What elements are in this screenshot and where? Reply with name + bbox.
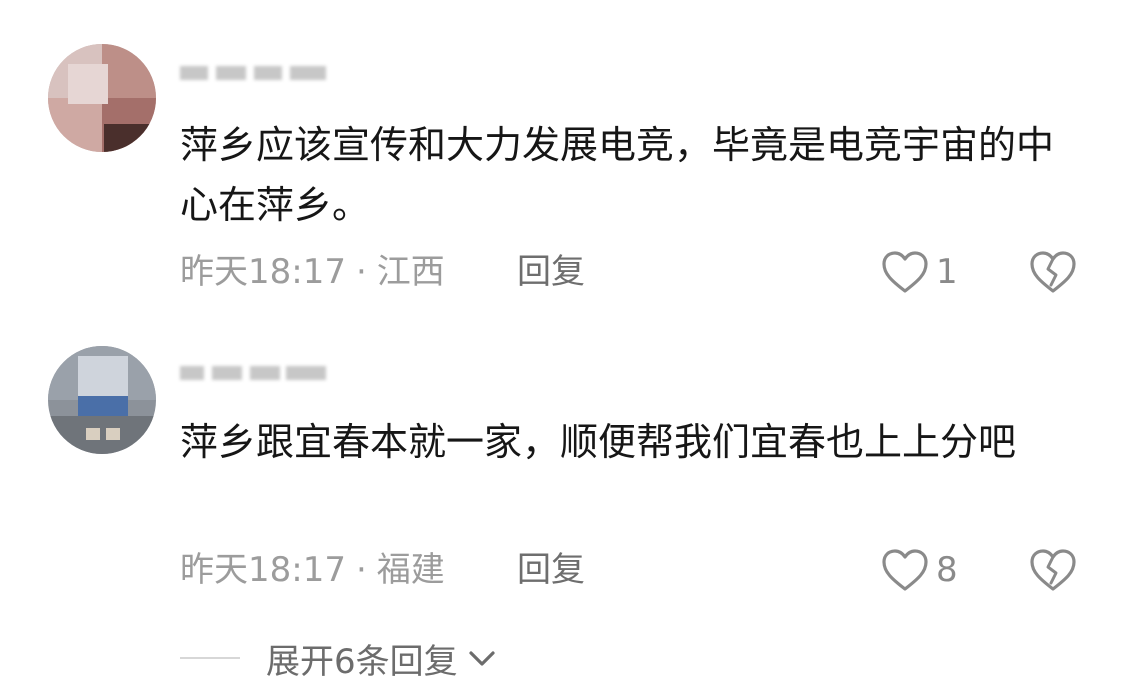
expand-replies-button[interactable]: 展开6条回复 bbox=[180, 636, 498, 682]
avatar[interactable] bbox=[48, 44, 156, 152]
comment-time: 昨天18:17 bbox=[180, 252, 346, 292]
username[interactable] bbox=[180, 356, 330, 392]
like-count: 1 bbox=[936, 252, 958, 292]
heart-outline-icon bbox=[882, 549, 928, 591]
like-count: 8 bbox=[936, 550, 958, 590]
comment-location: 江西 bbox=[376, 252, 445, 292]
reply-button[interactable]: 回复 bbox=[517, 550, 585, 590]
dislike-button[interactable] bbox=[1028, 547, 1078, 593]
reply-button[interactable]: 回复 bbox=[517, 252, 585, 292]
like-button[interactable]: 8 bbox=[880, 546, 958, 594]
comment-meta: 昨天18:17 · 福建 bbox=[180, 550, 445, 590]
username[interactable] bbox=[180, 56, 330, 92]
avatar[interactable] bbox=[48, 346, 156, 454]
comment-meta: 昨天18:17 · 江西 bbox=[180, 252, 445, 292]
comment-text: 萍乡跟宜春本就一家，顺便帮我们宜春也上上分吧 bbox=[180, 420, 1017, 464]
expand-replies-label: 展开6条回复 bbox=[266, 641, 458, 682]
dislike-button[interactable] bbox=[1028, 249, 1078, 295]
heart-outline-icon bbox=[882, 251, 928, 293]
divider-line bbox=[180, 657, 240, 659]
chevron-down-icon bbox=[469, 651, 495, 666]
comment-text: 萍乡应该宣传和大力发展电竞，毕竟是电竞宇宙的中心在萍乡。 bbox=[180, 123, 1055, 227]
meta-separator: · bbox=[355, 252, 367, 292]
comment-location: 福建 bbox=[376, 550, 445, 590]
broken-heart-icon bbox=[1030, 549, 1076, 591]
comment-time: 昨天18:17 bbox=[180, 550, 346, 590]
broken-heart-icon bbox=[1030, 251, 1076, 293]
meta-separator: · bbox=[355, 550, 367, 590]
like-button[interactable]: 1 bbox=[880, 248, 958, 296]
